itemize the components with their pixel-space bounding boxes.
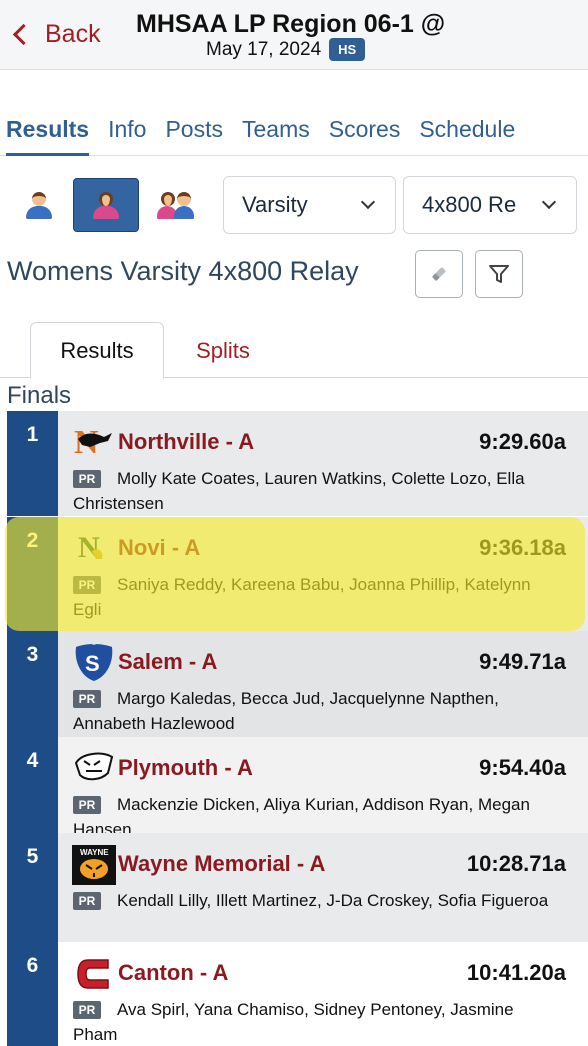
event-title: Womens Varsity 4x800 Relay [7, 256, 359, 286]
place-column: 5 [7, 833, 58, 942]
event-select-value: 4x800 Re [422, 192, 517, 217]
place-column: 2 [7, 517, 58, 631]
place-number: 1 [26, 423, 39, 446]
result-row[interactable]: 6 Canton - A 10:41.20a PR Ava Spirl, Yana Ch… [0, 942, 588, 1046]
team-name[interactable]: Novi - A [118, 535, 200, 561]
chevron-down-icon [360, 194, 376, 210]
event-select[interactable]: 4x800 Re [403, 176, 577, 234]
novi-logo: N [72, 529, 116, 565]
boys-filter-button[interactable] [6, 178, 72, 232]
result-subtabs: Results Splits [0, 322, 588, 379]
place-number: 5 [26, 845, 39, 868]
team-name[interactable]: Wayne Memorial - A [118, 851, 325, 877]
subtab-splits[interactable]: Splits [180, 322, 266, 379]
canton-c-logo [72, 954, 116, 990]
girls-icon [91, 190, 121, 220]
result-time: 9:29.60a [479, 429, 566, 454]
result-content: Plymouth - A 9:54.40a PR Mackenzie Dicken, … [58, 737, 588, 839]
filter-icon [489, 265, 509, 283]
team-name[interactable]: Canton - A [118, 960, 228, 986]
mixed-icon [157, 190, 197, 220]
back-label: Back [45, 20, 101, 48]
level-select-value: Varsity [242, 192, 308, 217]
athlete-names[interactable]: Ava Spirl, Yana Chamiso, Sidney Pentoney… [73, 997, 558, 1046]
meet-title: MHSAA LP Region 06-1 @ [136, 10, 446, 38]
place-column: 1 [7, 411, 58, 516]
northville-mustang-logo: N [72, 423, 116, 461]
back-button[interactable]: Back [10, 20, 101, 49]
result-content: S Salem - A 9:49.71a PR Margo Kaledas, Becca… [58, 631, 588, 737]
result-time: 9:36.18a [479, 535, 566, 560]
eraser-icon [432, 267, 446, 281]
girls-filter-button[interactable] [73, 178, 139, 232]
tab-info[interactable]: Info [108, 112, 146, 155]
result-row[interactable]: 1NNorthville - A9:29.60aPRMolly Kate Coa… [0, 411, 588, 516]
result-content: WAYNE Wayne Memorial - A 10:28.71a PR Kendal… [58, 833, 588, 942]
section-label: Finals [7, 382, 72, 409]
tab-schedule[interactable]: Schedule [419, 112, 515, 155]
mixed-filter-button[interactable] [144, 178, 210, 232]
athlete-names[interactable]: Molly Kate Coates, Lauren Watkins, Colet… [73, 466, 558, 516]
result-content: NNorthville - A9:29.60aPRMolly Kate Coat… [58, 411, 588, 516]
place-number: 4 [26, 749, 39, 772]
result-content: N Novi - A 9:36.18a PR Saniya Reddy, Kareena… [58, 517, 588, 631]
place-number: 3 [26, 643, 39, 666]
meet-date-line: May 17, 2024 HS [206, 38, 366, 61]
salem-logo: S [72, 643, 116, 681]
result-time: 10:41.20a [466, 960, 566, 985]
chevron-down-icon [541, 194, 557, 210]
tab-teams[interactable]: Teams [242, 112, 310, 155]
place-column: 6 [7, 942, 58, 1046]
tab-scores[interactable]: Scores [329, 112, 401, 155]
wayne-tiger-logo: WAYNE [72, 845, 116, 885]
filter-button[interactable] [475, 250, 523, 298]
athlete-names[interactable]: Kendall Lilly, Illett Martinez, J-Da Cro… [73, 888, 558, 913]
place-number: 6 [26, 954, 39, 977]
chevron-left-icon [12, 23, 35, 46]
result-row[interactable]: 4 Plymouth - A 9:54.40a PR Mackenzie Dicken,… [0, 737, 588, 839]
edit-button[interactable] [415, 250, 463, 298]
meet-date: May 17, 2024 [206, 38, 322, 60]
athlete-names[interactable]: Saniya Reddy, Kareena Babu, Joanna Phill… [73, 572, 558, 622]
result-row[interactable]: 2 N Novi - A 9:36.18a PR Saniya Reddy, Kareen… [0, 517, 588, 631]
subtab-results[interactable]: Results [30, 322, 164, 379]
plymouth-wildcat-logo [72, 749, 116, 785]
place-column: 3 [7, 631, 58, 737]
team-name[interactable]: Plymouth - A [118, 755, 253, 781]
main-tabs: Results Info Posts Teams Scores Schedule [0, 112, 588, 156]
result-time: 9:54.40a [479, 755, 566, 780]
boys-icon [24, 190, 54, 220]
tab-posts[interactable]: Posts [165, 112, 223, 155]
svg-text:S: S [85, 651, 100, 676]
athlete-names[interactable]: Margo Kaledas, Becca Jud, Jacquelynne Na… [73, 686, 558, 736]
header-bar: Back MHSAA LP Region 06-1 @ May 17, 2024… [0, 0, 588, 70]
level-badge: HS [329, 38, 366, 61]
place-column: 4 [7, 737, 58, 833]
result-row[interactable]: 5 WAYNE Wayne Memorial - A 10:28.71a PR Kenda… [0, 833, 588, 942]
result-time: 9:49.71a [479, 649, 566, 674]
tab-results[interactable]: Results [6, 112, 90, 156]
result-row[interactable]: 3 S Salem - A 9:49.71a PR Margo Kaledas, Becc… [0, 631, 588, 737]
team-name[interactable]: Northville - A [118, 429, 254, 455]
result-time: 10:28.71a [466, 851, 566, 876]
result-content: Canton - A 10:41.20a PR Ava Spirl, Yana Cha… [58, 942, 588, 1046]
svg-text:WAYNE: WAYNE [80, 848, 109, 857]
place-number: 2 [26, 529, 39, 552]
svg-text:N: N [78, 531, 100, 564]
level-select[interactable]: Varsity [223, 176, 396, 234]
team-name[interactable]: Salem - A [118, 649, 217, 675]
